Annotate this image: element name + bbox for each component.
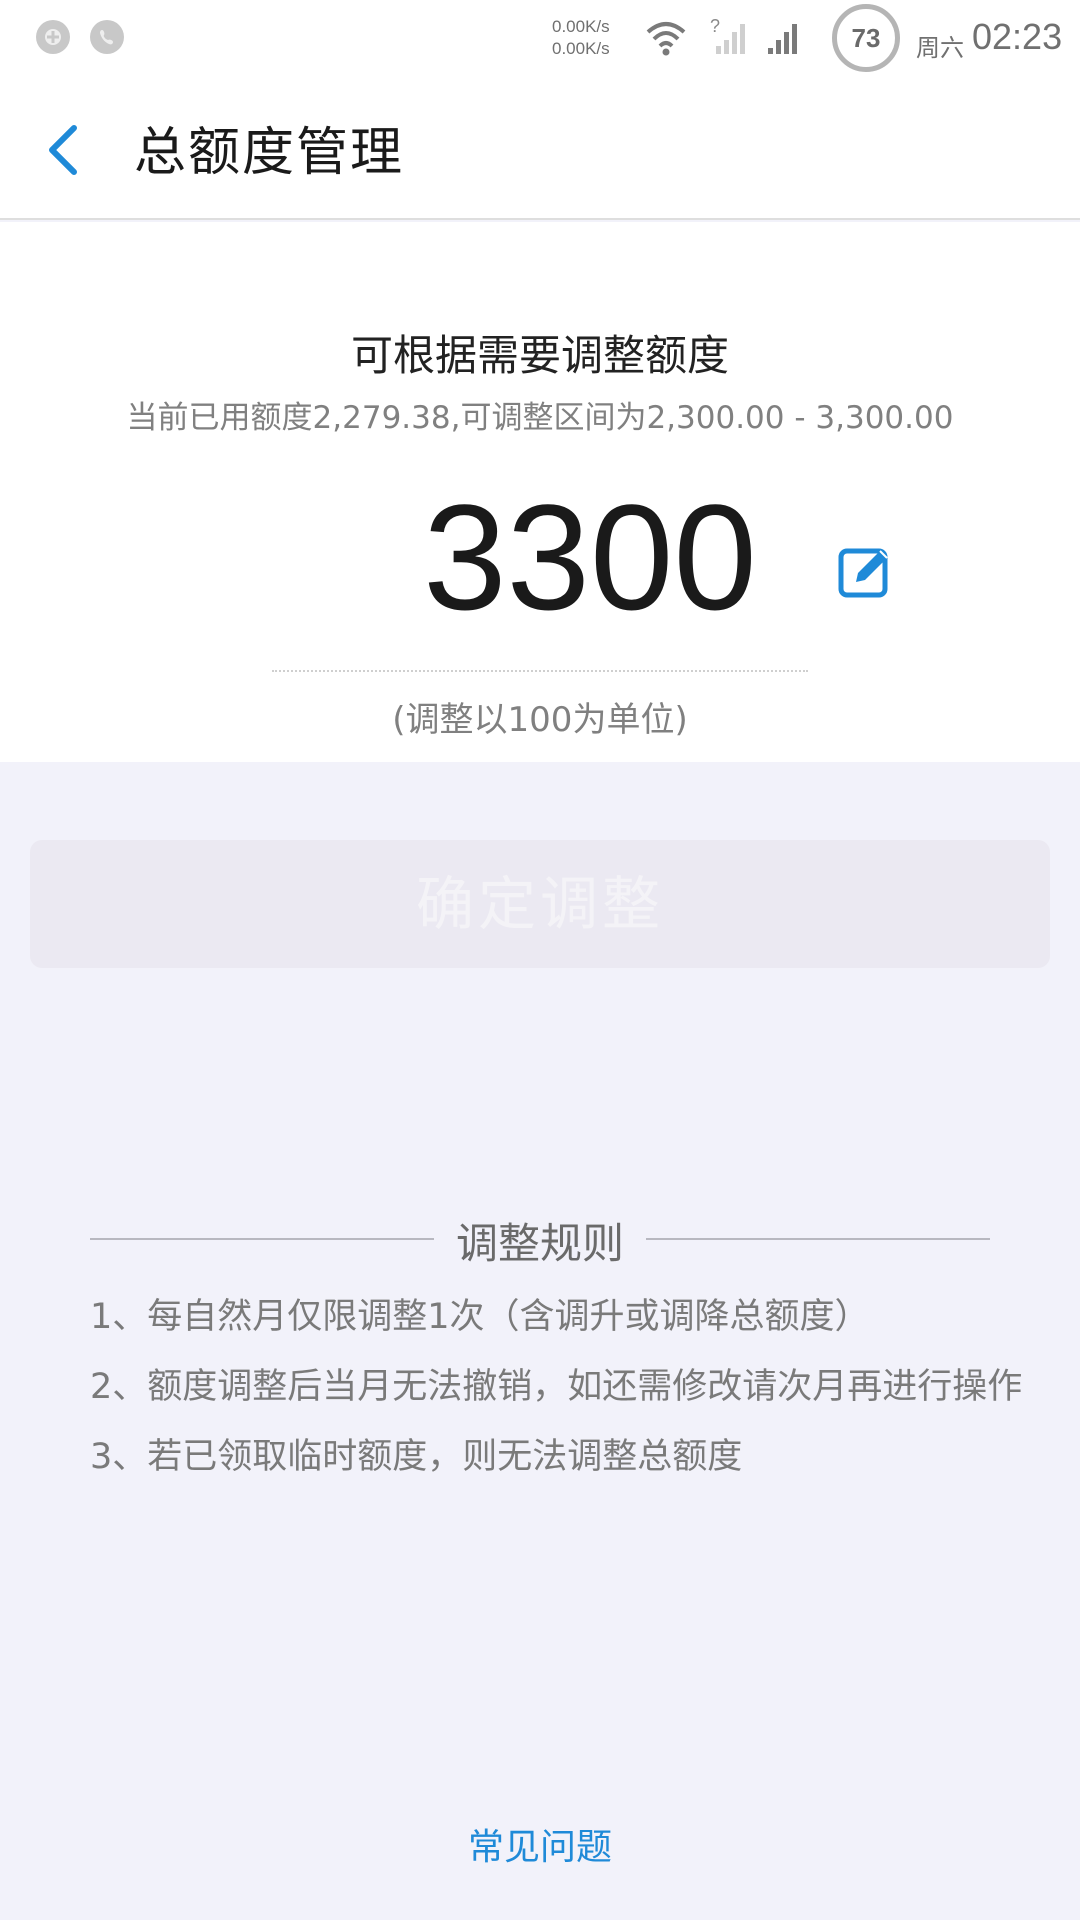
network-speed: 0.00K/s 0.00K/s	[552, 16, 642, 60]
limit-amount-input[interactable]: 3300	[380, 482, 800, 632]
rules-divider-right	[646, 1238, 990, 1240]
rule-item: 2、额度调整后当月无法撤销，如还需修改请次月再进行操作	[90, 1367, 1023, 1407]
chevron-left-icon	[49, 125, 77, 175]
confirm-adjust-button[interactable]: 确定调整	[30, 840, 1050, 968]
current-usage-text: 当前已用额度2,279.38,可调整区间为2,300.00 - 3,300.00	[126, 400, 954, 436]
app-header: 总额度管理	[0, 76, 1080, 220]
page-title: 总额度管理	[134, 123, 405, 183]
amount-underline	[272, 670, 808, 672]
edit-icon[interactable]	[836, 542, 896, 602]
card-heading: 可根据需要调整额度	[350, 331, 729, 380]
battery-indicator: 73	[832, 4, 900, 72]
svg-text:?: ?	[710, 16, 720, 36]
phone-notification-icon	[90, 20, 124, 54]
limit-adjust-card: 可根据需要调整额度 当前已用额度2,279.38,可调整区间为2,300.00 …	[0, 222, 1080, 762]
wifi-icon	[646, 22, 686, 56]
rules-title: 调整规则	[455, 1219, 624, 1268]
signal-icon	[768, 24, 797, 54]
net-speed-up: 0.00K/s	[552, 17, 610, 36]
back-button[interactable]	[40, 120, 90, 180]
status-day: 周六	[916, 34, 964, 62]
net-speed-down: 0.00K/s	[552, 39, 610, 58]
status-bar: 0.00K/s 0.00K/s ? 73 周六 02:23	[0, 0, 1080, 76]
app-notification-icon	[36, 20, 70, 54]
rule-item: 1、每自然月仅限调整1次（含调升或调降总额度）	[90, 1297, 870, 1337]
rule-item: 3、若已领取临时额度，则无法调整总额度	[90, 1437, 743, 1477]
faq-link[interactable]: 常见问题	[0, 1818, 1080, 1870]
status-time: 02:23	[972, 16, 1063, 57]
rules-section-header: 调整规则	[90, 1210, 990, 1268]
battery-level: 73	[851, 23, 881, 53]
unit-hint: (调整以100为单位)	[392, 700, 688, 740]
no-sim-signal-icon: ?	[710, 16, 745, 54]
